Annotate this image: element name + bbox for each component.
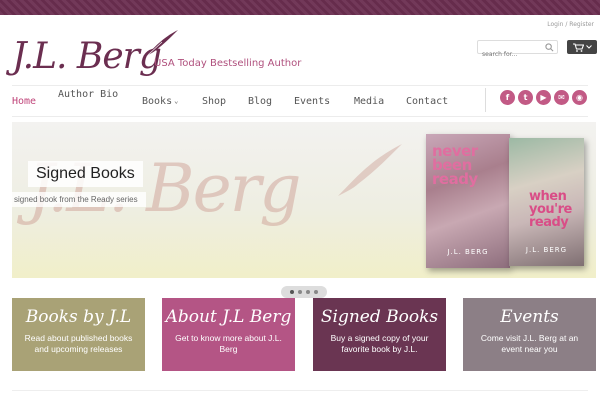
- youtube-icon[interactable]: ▶: [536, 90, 551, 105]
- nav-item-author-bio[interactable]: Author Bio: [58, 86, 118, 116]
- tagline: USA Today Bestselling Author: [154, 58, 302, 69]
- utility-links: Login / Register: [547, 21, 594, 28]
- quill-icon: [146, 30, 178, 56]
- slide-dot[interactable]: [298, 290, 302, 294]
- book-author: J.L. BERG: [447, 248, 489, 256]
- tile-books-by-jl[interactable]: Books by J.L Read about published books …: [12, 298, 145, 371]
- footer-divider: [12, 390, 588, 391]
- login-link[interactable]: Login: [547, 21, 563, 28]
- hero-slider[interactable]: J.L. Berg Signed Books signed book from …: [12, 122, 596, 278]
- cart-icon: [572, 42, 584, 52]
- nav-item-media[interactable]: Media: [354, 86, 384, 116]
- book-cover-never-been-ready[interactable]: never been ready J.L. BERG: [426, 134, 510, 268]
- register-link[interactable]: Register: [569, 21, 594, 28]
- tile-description: Get to know more about J.L. Berg: [175, 333, 282, 354]
- tile-title: Events: [500, 307, 559, 327]
- nav-item-blog[interactable]: Blog: [248, 86, 272, 116]
- tile-description: Read about published books and upcoming …: [24, 333, 133, 354]
- nav-item-home[interactable]: Home: [12, 86, 36, 116]
- book-title: never been ready: [432, 142, 478, 188]
- tile-title: About J.L Berg: [165, 307, 292, 327]
- nav-divider-bottom: [12, 116, 588, 117]
- twitter-icon[interactable]: t: [518, 90, 533, 105]
- book-cover-when-youre-ready[interactable]: when you're ready J.L. BERG: [509, 138, 584, 266]
- tile-description: Come visit J.L. Berg at an event near yo…: [480, 333, 579, 354]
- site-logo[interactable]: J.L. Berg: [12, 28, 180, 84]
- rss-icon[interactable]: ◉: [572, 90, 587, 105]
- search-icon[interactable]: [545, 43, 554, 52]
- nav-item-shop[interactable]: Shop: [202, 86, 226, 116]
- logo-text: J.L. Berg: [12, 36, 162, 77]
- chevron-down-icon: [585, 45, 592, 49]
- email-icon[interactable]: ✉: [554, 90, 569, 105]
- tile-description: Buy a signed copy of your favorite book …: [330, 333, 429, 354]
- chevron-down-icon: ⌄: [174, 97, 179, 105]
- slider-pagination: [281, 286, 327, 298]
- top-pattern-bar: [0, 0, 600, 15]
- nav-item-contact[interactable]: Contact: [406, 86, 448, 116]
- utility-separator: /: [565, 21, 568, 28]
- nav-item-books-label: Books: [142, 95, 173, 107]
- tile-title: Books by J.L: [25, 307, 132, 327]
- hero-subtitle: signed book from the Ready series: [12, 192, 146, 207]
- tile-title: Signed Books: [320, 307, 439, 327]
- social-divider: [485, 88, 486, 112]
- facebook-icon[interactable]: f: [500, 90, 515, 105]
- quill-watermark-icon: [338, 144, 402, 196]
- book-title: when you're ready: [529, 189, 572, 230]
- nav-item-events[interactable]: Events: [294, 86, 330, 116]
- tile-signed-books[interactable]: Signed Books Buy a signed copy of your f…: [313, 298, 446, 371]
- book-author: J.L. BERG: [525, 246, 568, 254]
- slide-dot[interactable]: [314, 290, 318, 294]
- social-links: f t ▶ ✉ ◉: [500, 90, 587, 105]
- search-input[interactable]: [478, 48, 542, 61]
- tile-about-jl-berg[interactable]: About J.L Berg Get to know more about J.…: [162, 298, 295, 371]
- search-box[interactable]: [477, 40, 558, 61]
- nav-item-books[interactable]: Books ⌄: [142, 86, 178, 116]
- hero-title: Signed Books: [28, 161, 143, 187]
- tile-events[interactable]: Events Come visit J.L. Berg at an event …: [463, 298, 596, 371]
- slide-dot[interactable]: [290, 290, 294, 294]
- cart-button[interactable]: [567, 40, 597, 54]
- slide-dot[interactable]: [306, 290, 310, 294]
